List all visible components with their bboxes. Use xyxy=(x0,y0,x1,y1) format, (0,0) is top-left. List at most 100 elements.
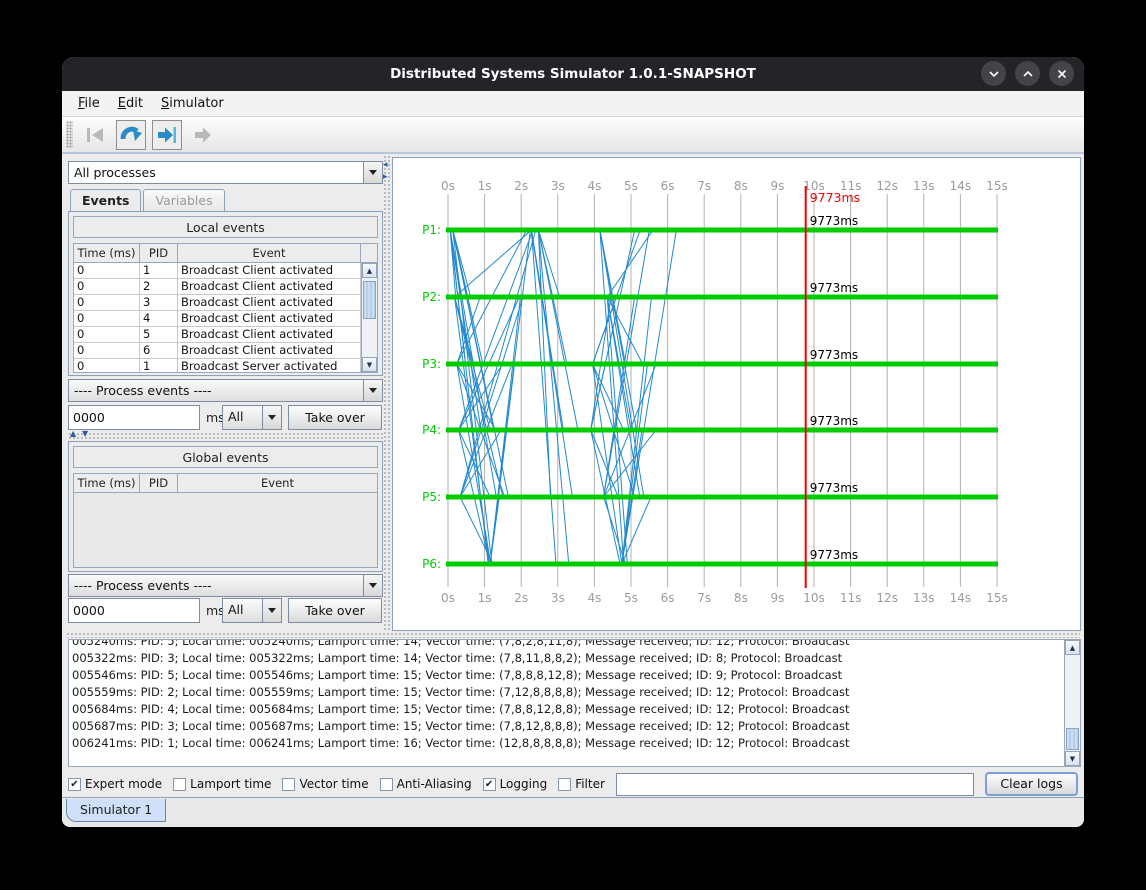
process-label: P6: xyxy=(422,557,441,571)
global-event-type-select[interactable]: ---- Process events ---- xyxy=(68,574,383,597)
minimize-button[interactable] xyxy=(981,61,1006,86)
toggle-logging[interactable]: ✔Logging xyxy=(483,777,548,791)
table-row[interactable]: 02Broadcast Client activated xyxy=(74,279,361,295)
toggle-filter[interactable]: Filter xyxy=(558,777,605,791)
column-header-time[interactable]: Time (ms) xyxy=(74,244,140,262)
collapse-left-icon[interactable]: ◂ xyxy=(383,161,388,170)
local-target-select[interactable]: All xyxy=(222,405,282,430)
process-filter-select[interactable]: All processes xyxy=(68,161,383,184)
table-header: Time (ms) PID Event xyxy=(74,474,377,493)
global-time-input[interactable] xyxy=(68,598,200,623)
log-panel[interactable]: 005240ms: PID: 5; Local time: 005240ms; … xyxy=(68,639,1081,767)
local-events-scrollbar[interactable]: ▲ ▼ xyxy=(361,263,377,372)
toggle-anti-aliasing[interactable]: Anti-Aliasing xyxy=(380,777,472,791)
combo-arrow-button[interactable] xyxy=(262,599,281,622)
curved-arrow-icon xyxy=(119,123,143,147)
local-time-input[interactable] xyxy=(68,405,200,430)
axis-tick-label: 0s xyxy=(441,179,455,193)
column-header-pid[interactable]: PID xyxy=(140,244,178,262)
axis-tick-label: 3s xyxy=(551,179,565,193)
checkbox[interactable]: ✔ xyxy=(483,778,496,791)
combo-arrow-button[interactable] xyxy=(363,380,382,401)
timeline-canvas[interactable]: 0s0s1s1s2s2s3s3s4s4s5s5s6s6s7s7s8s8s9s9s… xyxy=(393,158,1080,630)
log-split-divider[interactable] xyxy=(66,632,1080,638)
axis-tick-label: 8s xyxy=(734,179,748,193)
tab-variables[interactable]: Variables xyxy=(143,189,224,212)
clear-logs-button[interactable]: Clear logs xyxy=(985,772,1078,796)
scroll-down-button[interactable]: ▼ xyxy=(362,357,377,372)
table-cell: 0 xyxy=(74,343,140,358)
message-line xyxy=(538,230,568,564)
timeline-chart-panel[interactable]: 0s0s1s1s2s2s3s3s4s4s5s5s6s6s7s7s8s8s9s9s… xyxy=(392,157,1081,631)
message-line xyxy=(459,230,533,430)
axis-tick-label: 12s xyxy=(876,179,898,193)
column-header-event[interactable]: Event xyxy=(178,474,377,492)
checkbox[interactable] xyxy=(558,778,571,791)
global-take-over-button[interactable]: Take over xyxy=(288,598,382,623)
scroll-up-button[interactable]: ▲ xyxy=(362,263,377,278)
checkbox[interactable] xyxy=(173,778,186,791)
local-take-over-button[interactable]: Take over xyxy=(288,405,382,430)
tab-simulator-1[interactable]: Simulator 1 xyxy=(66,799,166,822)
cursor-time-label: 9773ms xyxy=(810,214,858,228)
combo-arrow-button[interactable] xyxy=(363,162,382,183)
message-line xyxy=(450,230,481,430)
toggle-vector-time[interactable]: Vector time xyxy=(282,777,368,791)
checkbox[interactable]: ✔ xyxy=(68,778,81,791)
filter-input[interactable] xyxy=(616,773,974,796)
panel-split-divider[interactable]: ▲ ▼ xyxy=(68,432,383,439)
table-row[interactable]: 01Broadcast Server activated xyxy=(74,359,361,372)
global-events-section: Global events Time (ms) PID Event xyxy=(68,441,383,572)
process-label: P5: xyxy=(422,490,441,504)
global-target-select[interactable]: All xyxy=(222,598,282,623)
collapse-up-icon[interactable]: ▲ xyxy=(70,430,76,438)
forward-button[interactable] xyxy=(188,120,218,150)
menu-simulator[interactable]: Simulator xyxy=(152,91,233,117)
log-scrollbar[interactable]: ▲ ▼ xyxy=(1064,640,1080,766)
process-filter-value: All processes xyxy=(69,162,363,183)
global-event-controls: ms All Take over xyxy=(68,598,383,623)
skip-back-button[interactable] xyxy=(80,120,110,150)
menu-file[interactable]: File xyxy=(69,91,109,117)
cursor-time-red-label: 9773ms xyxy=(810,190,861,205)
table-row[interactable]: 01Broadcast Client activated xyxy=(74,263,361,279)
checkbox[interactable] xyxy=(282,778,295,791)
axis-tick-label: 6s xyxy=(661,179,675,193)
axis-tick-label: 8s xyxy=(734,591,748,605)
scroll-down-button[interactable]: ▼ xyxy=(1065,751,1080,766)
scrollbar-thumb[interactable] xyxy=(1066,728,1079,750)
checkbox[interactable] xyxy=(380,778,393,791)
axis-tick-label: 0s xyxy=(441,591,455,605)
options-bar: ✔Expert mode Lamport time Vector time Anti-… xyxy=(68,771,1078,797)
scroll-up-button[interactable]: ▲ xyxy=(1065,640,1080,655)
axis-tick-label: 13s xyxy=(913,179,935,193)
menu-edit[interactable]: Edit xyxy=(109,91,152,117)
title-bar[interactable]: Distributed Systems Simulator 1.0.1-SNAP… xyxy=(62,57,1084,91)
maximize-button[interactable] xyxy=(1015,61,1040,86)
window-title: Distributed Systems Simulator 1.0.1-SNAP… xyxy=(62,57,1084,91)
toolbar-drag-handle[interactable] xyxy=(66,121,73,148)
column-header-pid[interactable]: PID xyxy=(140,474,178,492)
step-forward-button[interactable] xyxy=(152,120,182,150)
tab-events[interactable]: Events xyxy=(70,189,141,212)
table-row[interactable]: 06Broadcast Client activated xyxy=(74,343,361,359)
axis-tick-label: 9s xyxy=(770,179,784,193)
combo-arrow-button[interactable] xyxy=(262,406,281,429)
main-split-divider[interactable]: ◂ ▸ xyxy=(383,155,392,630)
step-back-button[interactable] xyxy=(116,120,146,150)
table-row[interactable]: 05Broadcast Client activated xyxy=(74,327,361,343)
close-button[interactable] xyxy=(1049,61,1074,86)
table-cell: 3 xyxy=(140,295,178,310)
table-row[interactable]: 03Broadcast Client activated xyxy=(74,295,361,311)
process-label: P3: xyxy=(422,357,441,371)
column-header-time[interactable]: Time (ms) xyxy=(74,474,140,492)
table-row[interactable]: 04Broadcast Client activated xyxy=(74,311,361,327)
collapse-right-icon[interactable]: ▸ xyxy=(383,173,388,182)
local-event-type-select[interactable]: ---- Process events ---- xyxy=(68,379,383,402)
collapse-down-icon[interactable]: ▼ xyxy=(82,430,88,438)
column-header-event[interactable]: Event xyxy=(178,244,361,262)
toggle-lamport-time[interactable]: Lamport time xyxy=(173,777,271,791)
scrollbar-thumb[interactable] xyxy=(363,281,376,319)
combo-arrow-button[interactable] xyxy=(363,575,382,596)
toggle-expert-mode[interactable]: ✔Expert mode xyxy=(68,777,162,791)
